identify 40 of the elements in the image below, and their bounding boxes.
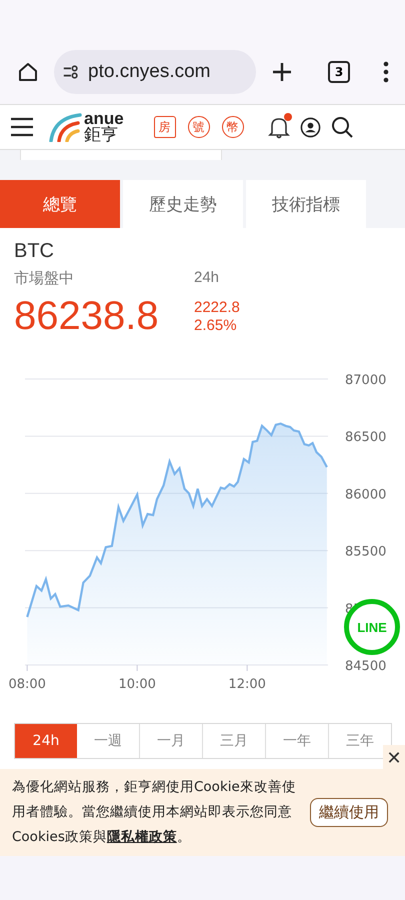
close-button[interactable]: ✕ bbox=[383, 745, 405, 771]
logo-subtitle: 鉅亨 bbox=[84, 127, 119, 144]
bell-icon[interactable] bbox=[268, 115, 290, 139]
search-icon[interactable] bbox=[330, 116, 353, 138]
price-change: 2222.8 bbox=[194, 299, 240, 316]
home-icon[interactable] bbox=[16, 60, 40, 84]
quick-link[interactable]: 房 bbox=[154, 116, 176, 138]
new-tab-icon[interactable] bbox=[270, 60, 294, 84]
menu-icon[interactable] bbox=[10, 117, 34, 137]
x-axis-label: 12:00 bbox=[228, 677, 266, 692]
tab[interactable]: 技術指標 bbox=[246, 180, 366, 228]
x-axis-label: 08:00 bbox=[8, 677, 46, 692]
quick-link[interactable]: 幣 bbox=[222, 116, 244, 138]
period-label: 24h bbox=[194, 269, 220, 288]
privacy-policy-link[interactable]: 隱私權政策 bbox=[106, 829, 177, 845]
tab-count-button[interactable]: 3 bbox=[328, 61, 350, 83]
x-axis-label: 10:00 bbox=[118, 677, 156, 692]
range-tab[interactable]: 24h bbox=[15, 724, 77, 758]
address-bar[interactable]: pto.cnyes.com bbox=[54, 50, 256, 94]
accept-button[interactable]: 繼續使用 bbox=[310, 798, 388, 827]
percent-change: 2.65% bbox=[194, 316, 238, 334]
y-axis-label: 85500 bbox=[345, 544, 386, 560]
tab[interactable]: 歷史走勢 bbox=[123, 180, 243, 228]
tab[interactable]: 總覽 bbox=[0, 180, 120, 228]
user-icon[interactable] bbox=[300, 116, 321, 138]
y-axis-label: 86000 bbox=[345, 487, 386, 502]
cookie-notice: 為優化網站服務，鉅亨網使用Cookie來改善使用者體驗。當您繼續使用本網站即表示您同意Cookies政策與隱私權政策。 bbox=[12, 778, 297, 847]
site-settings-icon[interactable] bbox=[62, 63, 80, 81]
symbol: BTC bbox=[14, 240, 55, 263]
search-field[interactable] bbox=[20, 150, 222, 160]
y-axis-label: 87000 bbox=[345, 373, 386, 388]
y-axis-label: 84500 bbox=[345, 659, 386, 674]
more-icon[interactable] bbox=[382, 60, 390, 84]
market-status: 市場盤中 bbox=[14, 269, 75, 288]
url-text: pto.cnyes.com bbox=[88, 61, 210, 83]
logo-arcs-icon bbox=[48, 112, 82, 142]
quick-link[interactable]: 號 bbox=[188, 116, 210, 138]
price: 86238.8 bbox=[14, 294, 160, 339]
logo-text: anue bbox=[84, 110, 124, 127]
y-axis-label: 86500 bbox=[345, 430, 386, 446]
